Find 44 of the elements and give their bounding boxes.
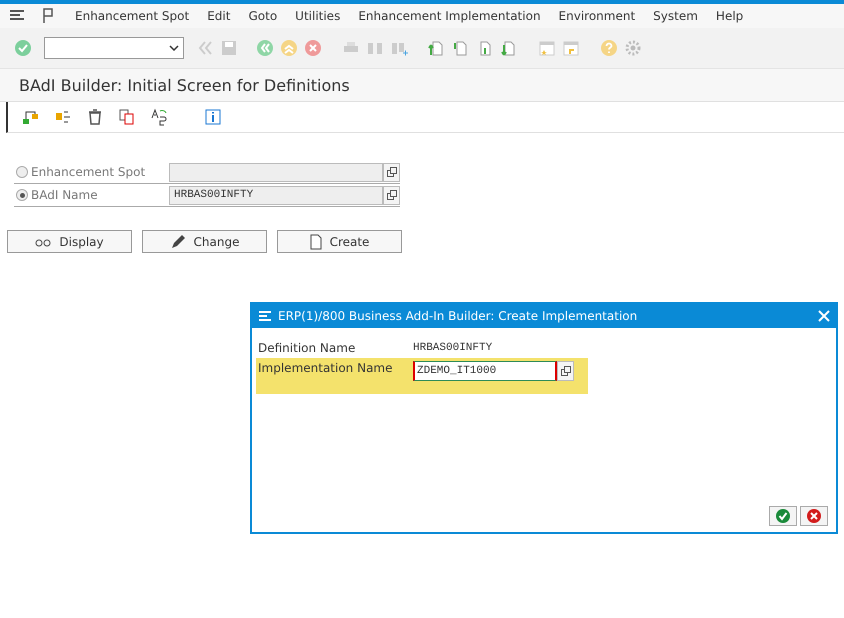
- menu-item[interactable]: Help: [706, 9, 752, 23]
- value-help-button[interactable]: [383, 162, 400, 182]
- menu-icon[interactable]: [258, 310, 272, 322]
- field-label: Enhancement Spot: [31, 165, 146, 179]
- menu-item[interactable]: Goto: [239, 9, 286, 23]
- copy-icon[interactable]: [560, 366, 570, 376]
- menu-item[interactable]: Utilities: [286, 9, 350, 23]
- change-button[interactable]: Change: [142, 230, 267, 253]
- value-help-button[interactable]: [557, 361, 574, 381]
- radio-button[interactable]: [16, 166, 28, 178]
- field-value: HRBAS00INFTY: [413, 342, 492, 354]
- input-field[interactable]: HRBAS00INFTY: [169, 186, 383, 204]
- create-button[interactable]: Create: [277, 230, 402, 253]
- screen-title: BAdI Builder: Initial Screen for Definitions: [0, 69, 844, 102]
- menu-item[interactable]: System: [644, 9, 707, 23]
- info-icon[interactable]: [204, 108, 222, 126]
- cancel-icon: [806, 508, 822, 524]
- pencil-icon: [170, 234, 186, 250]
- copy-icon[interactable]: [386, 190, 396, 200]
- menu-item[interactable]: Edit: [198, 9, 240, 23]
- confirm-button[interactable]: [769, 506, 797, 526]
- command-field[interactable]: [44, 37, 184, 59]
- close-icon[interactable]: [818, 310, 830, 322]
- radio-button[interactable]: [16, 189, 28, 201]
- document-icon: [310, 234, 322, 250]
- copy-icon[interactable]: [386, 167, 396, 177]
- menu-item[interactable]: Environment: [550, 9, 644, 23]
- copy-icon[interactable]: [118, 108, 136, 126]
- check-icon: [775, 508, 791, 524]
- cancel-icon[interactable]: [304, 39, 322, 57]
- dropdown-caret-icon[interactable]: [169, 45, 179, 51]
- input-field[interactable]: ZDEMO_IT1000: [413, 361, 557, 381]
- field-label: Definition Name: [257, 341, 356, 355]
- field-label: BAdI Name: [31, 188, 99, 202]
- delete-icon[interactable]: [86, 108, 104, 126]
- field-label: Implementation Name: [257, 361, 394, 375]
- cancel-button[interactable]: [800, 506, 828, 526]
- input-field[interactable]: [169, 162, 383, 182]
- menu-item[interactable]: Enhancement Implementation: [349, 9, 550, 23]
- menu-item[interactable]: Enhancement Spot: [66, 9, 198, 23]
- glasses-icon: [35, 236, 52, 246]
- display-button[interactable]: Display: [7, 230, 132, 253]
- dialog-title: ERP(1)/800 Business Add-In Builder: Create Implementation: [278, 309, 638, 323]
- value-help-button[interactable]: [383, 186, 400, 204]
